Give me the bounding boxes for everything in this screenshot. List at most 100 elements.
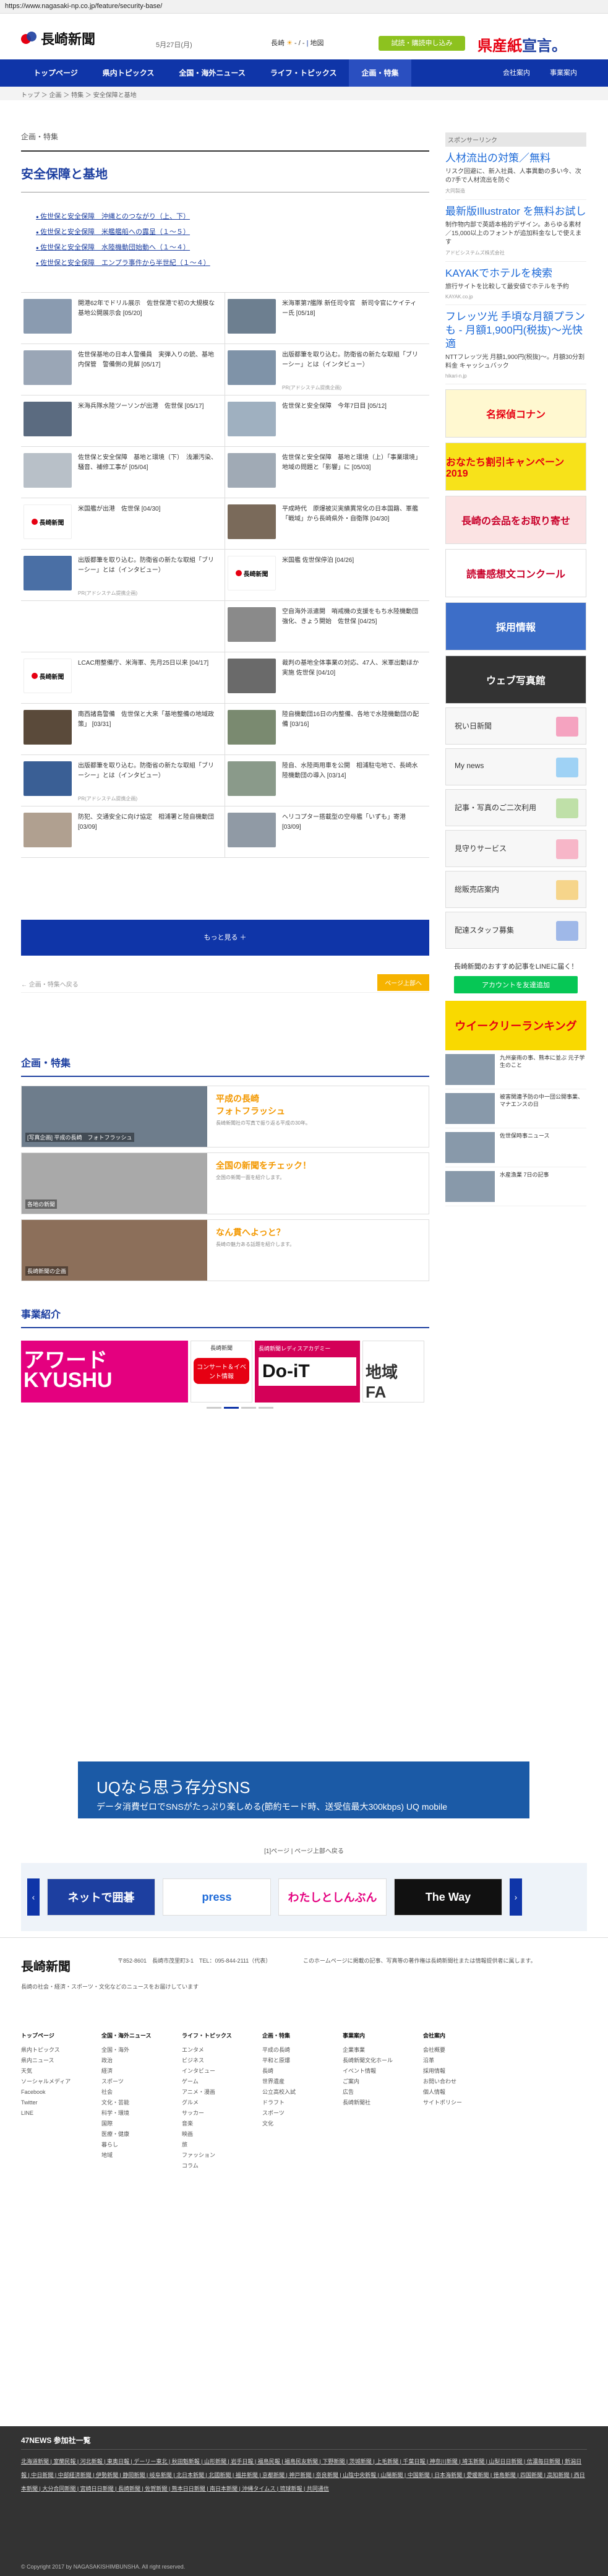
nav-local[interactable]: 県内トピックス [90, 59, 167, 87]
footer-link[interactable]: スポーツ [262, 2108, 343, 2119]
footer-link[interactable]: 天気 [21, 2066, 101, 2077]
footer-link[interactable]: 平和と原爆 [262, 2055, 343, 2066]
footer-link[interactable]: 企業事業 [343, 2045, 423, 2055]
carousel-dots[interactable] [207, 1407, 273, 1409]
carousel-next-icon[interactable]: › [510, 1878, 522, 1916]
ad-title[interactable]: 最新版Illustrator を無料お試し [445, 205, 586, 218]
feature-title[interactable]: なん貫へよっと？ [216, 1226, 294, 1238]
article-card[interactable]: 平成時代 原爆被災実績異常化の日本国籍、軍艦「戦域」から長崎県外・自衛隊 [04… [225, 498, 429, 550]
footer-link[interactable]: 地域 [101, 2150, 182, 2161]
article-card[interactable]: 佐世保基地の日本人警備員 実弾入りの銃、基地内保管 警備側の見解 [05/17] [21, 344, 225, 395]
weather-map-link[interactable]: 地図 [310, 40, 323, 47]
line-add-button[interactable]: アカウントを友達追加 [454, 976, 578, 993]
footer-link[interactable]: 長崎 [262, 2066, 343, 2077]
partner-item[interactable]: The Way [394, 1878, 502, 1916]
sponsored-ad[interactable]: KAYAKでホテルを検索 旅行サイトを比較して最安値でホテルを予約 KAYAK.co… [445, 262, 586, 305]
nav-top[interactable]: トップページ [21, 59, 90, 87]
series-link[interactable]: 佐世保と安全保障 沖縄とのつながり（上、下） [36, 211, 429, 221]
footer-column-heading[interactable]: ライフ・トピックス [182, 2031, 262, 2041]
article-title[interactable]: 裁判の基地全体事業の対応、47人、米軍出動ほか実施 佐世保 [282, 660, 419, 676]
article-card[interactable]: 佐世保と安全保障 基地と環境（上）「事業環境」地域の問題と「影響」に [05/0… [225, 447, 429, 498]
footer-link[interactable]: 採用情報 [423, 2066, 503, 2077]
nav-company[interactable]: 会社案内 [493, 59, 540, 87]
ranking-item[interactable]: 佐世保時事ニュース [445, 1128, 586, 1167]
footer-link[interactable]: ドラフト [262, 2098, 343, 2108]
address-bar[interactable]: https://www.nagasaki-np.co.jp/feature/se… [0, 0, 608, 14]
article-title[interactable]: 開港62年でドリル展示 佐世保港で初の大規模な基地公開展示会 [78, 300, 215, 317]
footer-link[interactable]: ファッション [182, 2150, 262, 2161]
sidebar-link[interactable]: 総販売店案内 [445, 871, 586, 908]
footer-link[interactable]: 県内ニュース [21, 2055, 101, 2066]
article-title[interactable]: 米国艦が出港 佐世保 [78, 506, 140, 512]
article-card[interactable]: 長崎新聞 米国艦 佐世保停泊 [04/26] [225, 550, 429, 601]
article-title[interactable]: LCAC用整備庁、米海軍、先月25日以来 [78, 660, 188, 667]
footer-link[interactable]: 暮らし [101, 2140, 182, 2150]
footer-link[interactable]: 音楽 [182, 2119, 262, 2129]
breadcrumb[interactable]: トップ ＞ 企画 ＞ 特集 ＞ 安全保障と基地 [0, 87, 608, 100]
footer-column-heading[interactable]: 企画・特集 [262, 2031, 343, 2041]
article-card[interactable]: 南西諸島警備 佐世保と大来「基地整備の地域政策」 [03/31] [21, 704, 225, 755]
sidebar-banner[interactable]: 長崎の会品をお取り寄せ [445, 496, 586, 544]
footer-link[interactable]: 平成の長崎 [262, 2045, 343, 2055]
sidebar-banner[interactable]: 採用情報 [445, 602, 586, 650]
feature-title[interactable]: 平成の長崎 [216, 1092, 310, 1105]
footer-link[interactable]: ゲーム [182, 2077, 262, 2087]
footer-link[interactable]: 沿革 [423, 2055, 503, 2066]
footer-link[interactable]: ビジネス [182, 2055, 262, 2066]
footer-link[interactable]: ご案内 [343, 2077, 423, 2087]
sidebar-link[interactable]: 記事・写真のご二次利用 [445, 789, 586, 826]
footer-link[interactable]: Twitter [21, 2098, 101, 2108]
sidebar-link[interactable]: 祝い日新聞 [445, 707, 586, 745]
article-card[interactable] [21, 601, 225, 652]
subscribe-button[interactable]: 試読・購読申し込み [379, 36, 465, 51]
footer-link[interactable]: ソーシャルメディア [21, 2077, 101, 2087]
footer-column-heading[interactable]: 会社案内 [423, 2031, 503, 2041]
ranking-item[interactable]: 水産漁業 7日の記事 [445, 1167, 586, 1206]
article-card[interactable]: 長崎新聞 LCAC用整備庁、米海軍、先月25日以来 [04/17] [21, 652, 225, 704]
footer-link[interactable]: スポーツ [101, 2077, 182, 2087]
47news-list[interactable]: 北海道新聞 | 室蘭民報 | 河北新報 | 東奥日報 | デーリー東北 | 秋田… [21, 2455, 587, 2496]
article-title[interactable]: 佐世保と安全保障 今年7日目 [282, 403, 366, 410]
footer-link[interactable]: 長崎新聞社 [343, 2098, 423, 2108]
nav-feature[interactable]: 企画・特集 [349, 59, 411, 87]
page-links[interactable]: [1]ページ | ページ上部へ戻る [0, 1846, 608, 1855]
footer-link[interactable]: 会社概要 [423, 2045, 503, 2055]
article-card[interactable]: 陸自、水陸両用車を公開 相浦駐屯地で、長崎水陸機動団の導入 [03/14] [225, 755, 429, 806]
article-card[interactable]: 米海軍第7艦隊 新任司令官 新司令官にケイティー氏 [05/18] [225, 293, 429, 344]
business-carousel[interactable]: アワード KYUSHU 長崎新聞 コンサート＆イベント情報 長崎新聞レディスアカデ… [21, 1341, 429, 1409]
article-title[interactable]: 空自海外派遣開 哨戒機の支援をもち水陸機動団強化、きょう開始 佐世保 [282, 608, 418, 625]
article-card[interactable]: 開港62年でドリル展示 佐世保港で初の大規模な基地公開展示会 [05/20] [21, 293, 225, 344]
footer-link[interactable]: お問い合わせ [423, 2077, 503, 2087]
footer-link[interactable]: アニメ・漫画 [182, 2087, 262, 2098]
ad-title[interactable]: KAYAKでホテルを検索 [445, 267, 586, 280]
partner-item[interactable]: わたしとしんぶん [278, 1878, 387, 1916]
feature-item[interactable]: 長崎新聞の企画 なん貫へよっと？ 長崎の魅力ある話題を紹介します。 [21, 1219, 429, 1281]
footer-link[interactable]: LINE [21, 2108, 101, 2119]
footer-link[interactable]: サイトポリシー [423, 2098, 503, 2108]
pagetop-button[interactable]: ページ上部へ [377, 974, 429, 991]
business-banner-academy[interactable]: 長崎新聞レディスアカデミー Do-iT [255, 1341, 360, 1403]
sponsored-ad[interactable]: フレッツ光 手頃な月額プランも - 月額1,900円(税抜)～光快適 NTTフレッ… [445, 305, 586, 384]
footer-link[interactable]: 社会 [101, 2087, 182, 2098]
article-card[interactable]: 防犯、交通安全に向け協定 相浦署と陸自機動団 [03/09] [21, 806, 225, 858]
footer-link[interactable]: インタビュー [182, 2066, 262, 2077]
article-card[interactable]: 出版都筆を取り込む。防衛省の新たな取組「ブリーシー」とは（インタビュー） PR(ア… [21, 755, 225, 806]
article-card[interactable]: 出版都筆を取り込む。防衛省の新たな取組「ブリーシー」とは（インタビュー） PR(ア… [225, 344, 429, 395]
nav-national[interactable]: 全国・海外ニュース [166, 59, 257, 87]
sidebar-link[interactable]: 配達スタッフ募集 [445, 912, 586, 949]
sidebar-link[interactable]: 見守りサービス [445, 830, 586, 867]
footer-link[interactable]: 映画 [182, 2129, 262, 2140]
sidebar-link[interactable]: My news [445, 748, 586, 785]
ranking-banner[interactable]: ウイークリーランキング [445, 1001, 586, 1050]
footer-link[interactable]: 県内トピックス [21, 2045, 101, 2055]
footer-link[interactable]: 個人情報 [423, 2087, 503, 2098]
footer-link[interactable]: 政治 [101, 2055, 182, 2066]
sponsored-ad[interactable]: 人材流出の対策／無料 リスク回避に、新入社員、人事異動の多い今、次の7手で人材流出… [445, 147, 586, 200]
footer-link[interactable]: 公立高校入試 [262, 2087, 343, 2098]
footer-link[interactable]: サッカー [182, 2108, 262, 2119]
series-link[interactable]: 佐世保と安全保障 エンプラ事件から半世紀（１～４） [36, 257, 429, 267]
article-card[interactable]: 陸自機動団16日の内整備、各地で水陸機動団の配備 [03/16] [225, 704, 429, 755]
footer-link[interactable]: 医療・健康 [101, 2129, 182, 2140]
footer-link[interactable]: 広告 [343, 2087, 423, 2098]
business-banner-concert[interactable]: 長崎新聞 コンサート＆イベント情報 [191, 1341, 252, 1403]
